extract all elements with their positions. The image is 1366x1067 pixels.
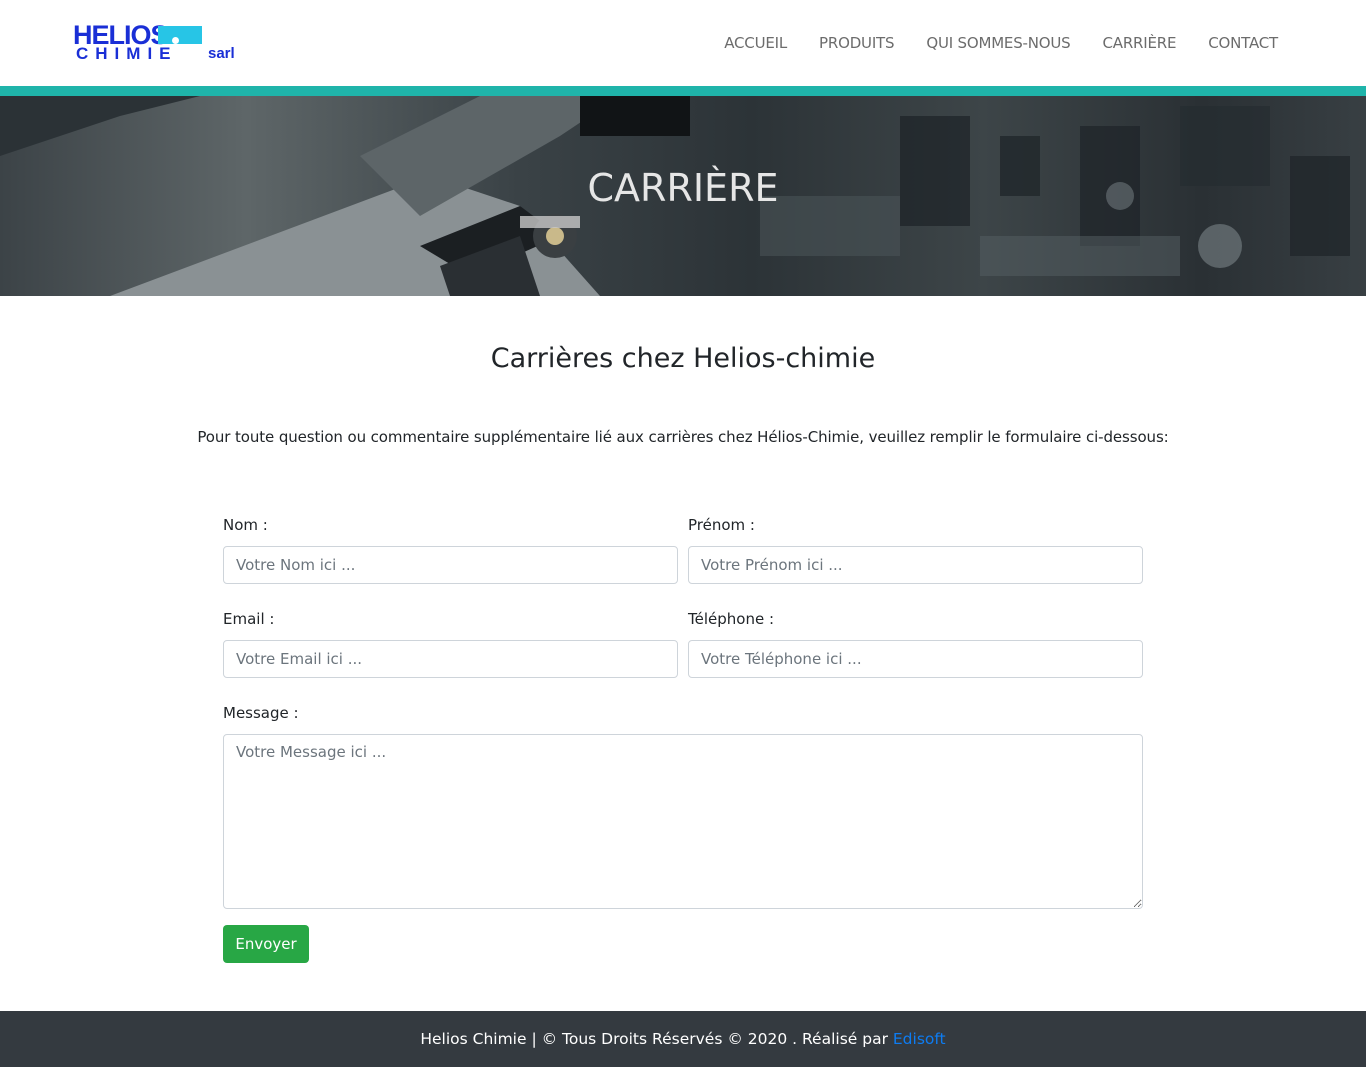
- nav-item-produits[interactable]: PRODUITS: [819, 30, 895, 56]
- logo-sarl-text: sarl: [208, 45, 235, 62]
- logo-chimie-text: CHIMIE: [76, 44, 178, 63]
- nav-item-carriere[interactable]: CARRIÈRE: [1102, 30, 1176, 56]
- email-input[interactable]: [223, 640, 678, 678]
- nav-item-accueil[interactable]: ACCUEIL: [724, 30, 787, 56]
- hero-banner: CARRIÈRE: [0, 96, 1366, 296]
- site-header: HELIOS CHIMIE sarl ACCUEIL PRODUITS QUI …: [0, 0, 1366, 86]
- intro-text: Pour toute question ou commentaire suppl…: [197, 428, 1169, 446]
- envoyer-button[interactable]: Envoyer: [223, 925, 309, 963]
- logo-dot: [172, 37, 179, 44]
- site-footer: Helios Chimie | © Tous Droits Réservés ©…: [0, 1011, 1366, 1067]
- edisoft-link[interactable]: Edisoft: [893, 1030, 946, 1048]
- prenom-label: Prénom :: [688, 516, 755, 534]
- nav-item-contact[interactable]: CONTACT: [1208, 30, 1278, 56]
- hero-title: CARRIÈRE: [587, 166, 779, 210]
- page-title: Carrières chez Helios-chimie: [490, 343, 876, 374]
- logo-cyan-bar: [158, 26, 202, 44]
- message-label: Message :: [223, 704, 299, 722]
- nom-label: Nom :: [223, 516, 268, 534]
- main-nav: ACCUEIL PRODUITS QUI SOMMES-NOUS CARRIÈR…: [724, 30, 1278, 56]
- email-label: Email :: [223, 610, 275, 628]
- message-textarea[interactable]: [223, 734, 1143, 909]
- nav-item-qui-sommes-nous[interactable]: QUI SOMMES-NOUS: [926, 30, 1070, 56]
- telephone-label: Téléphone :: [688, 610, 775, 628]
- helios-chimie-logo[interactable]: HELIOS CHIMIE sarl: [72, 20, 244, 66]
- nom-input[interactable]: [223, 546, 678, 584]
- prenom-input[interactable]: [688, 546, 1143, 584]
- footer-copyright: Helios Chimie | © Tous Droits Réservés ©…: [420, 1030, 893, 1048]
- header-accent-strip: [0, 86, 1366, 96]
- telephone-input[interactable]: [688, 640, 1143, 678]
